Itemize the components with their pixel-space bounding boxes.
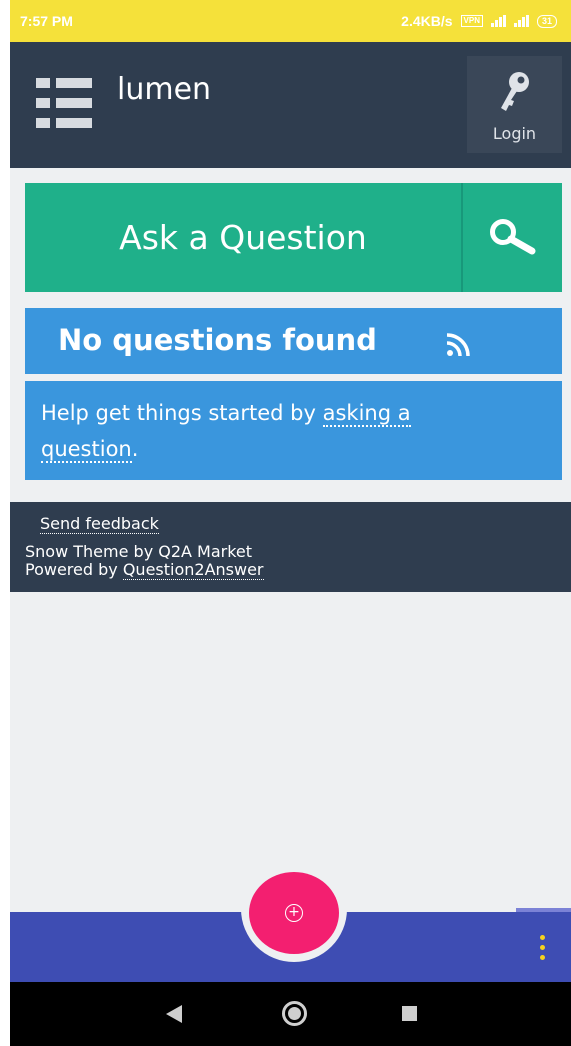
ask-link-part-1[interactable]: asking a bbox=[322, 401, 411, 427]
vpn-icon: VPN bbox=[460, 15, 483, 27]
login-button[interactable]: Login bbox=[467, 56, 562, 153]
ask-link-part-2[interactable]: question bbox=[41, 437, 132, 463]
page-title: No questions found bbox=[58, 323, 377, 357]
search-icon bbox=[490, 219, 536, 255]
battery-icon: 31 bbox=[536, 14, 557, 28]
recent-apps-icon[interactable] bbox=[402, 1006, 417, 1021]
more-vertical-icon[interactable] bbox=[536, 935, 550, 963]
powered-prefix: Powered by bbox=[25, 560, 123, 579]
back-icon[interactable] bbox=[165, 1004, 183, 1024]
questions-heading-bar: No questions found bbox=[25, 308, 562, 374]
login-label: Login bbox=[492, 124, 537, 143]
app-frame: 7:57 PM 2.4KB/s VPN 31 lumen Login Ask a… bbox=[10, 0, 571, 1046]
search-button[interactable] bbox=[463, 183, 562, 292]
theme-credit: Snow Theme by Q2A Market bbox=[25, 542, 253, 561]
signal-icon-2 bbox=[513, 15, 529, 27]
add-button[interactable]: + bbox=[249, 872, 339, 954]
powered-by: Powered by Question2Answer bbox=[25, 560, 264, 580]
list-menu-icon[interactable] bbox=[36, 78, 92, 128]
question2answer-link[interactable]: Question2Answer bbox=[122, 560, 264, 580]
status-bar: 7:57 PM 2.4KB/s VPN 31 bbox=[10, 0, 571, 42]
ask-question-button[interactable]: Ask a Question bbox=[25, 183, 461, 292]
rss-icon[interactable] bbox=[445, 330, 473, 358]
send-feedback-link[interactable]: Send feedback bbox=[40, 514, 159, 534]
site-footer: Send feedback Snow Theme by Q2A Market P… bbox=[10, 502, 571, 592]
site-header: lumen Login bbox=[10, 42, 571, 168]
status-time: 7:57 PM bbox=[20, 13, 73, 29]
ask-bar: Ask a Question bbox=[25, 183, 562, 292]
help-text-line-1: Help get things started by asking a bbox=[41, 401, 411, 427]
bottom-bar-accent bbox=[516, 908, 571, 912]
system-nav-bar bbox=[10, 982, 571, 1046]
signal-icon bbox=[490, 15, 506, 27]
status-indicators: 2.4KB/s VPN 31 bbox=[401, 13, 557, 29]
network-speed: 2.4KB/s bbox=[401, 13, 453, 29]
site-logo[interactable]: lumen bbox=[117, 72, 211, 107]
home-icon[interactable] bbox=[282, 1001, 307, 1026]
add-circle-icon: + bbox=[285, 904, 303, 922]
help-suffix: . bbox=[131, 437, 139, 461]
help-text-line-2: question. bbox=[41, 437, 139, 463]
empty-state-message: Help get things started by asking a ques… bbox=[25, 381, 562, 480]
key-icon bbox=[501, 72, 529, 111]
help-prefix: Help get things started by bbox=[41, 401, 323, 425]
